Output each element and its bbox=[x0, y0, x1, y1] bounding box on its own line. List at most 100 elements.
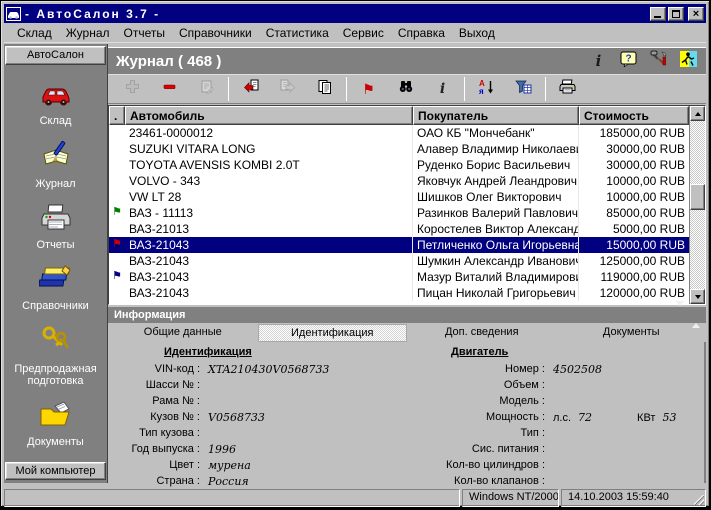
table-row[interactable]: ⚑ ВАЗ-21043 Петличенко Ольга Игорьевна 1… bbox=[109, 237, 689, 253]
tab-obshchie-dannye[interactable]: Общие данные bbox=[108, 324, 258, 342]
cell-car: ВАЗ-21043 bbox=[125, 269, 413, 285]
tab-dop-svedeniya[interactable]: Доп. сведения bbox=[407, 324, 557, 342]
column-header-price[interactable]: Стоимость bbox=[579, 106, 689, 125]
add-icon bbox=[125, 79, 140, 99]
menu-item-spravka[interactable]: Справка bbox=[391, 24, 452, 42]
sort-icon: Ая bbox=[479, 79, 495, 100]
settings-button[interactable] bbox=[649, 52, 668, 70]
cell-buyer: Алавер Владимир Николаевич bbox=[413, 141, 579, 157]
sidebar-group-moy-kompyuter[interactable]: Мой компьютер bbox=[5, 462, 106, 480]
scrollbar-thumb[interactable] bbox=[690, 184, 705, 210]
sidebar-item-dokumenty[interactable]: Документы bbox=[7, 400, 105, 448]
cell-price: 120000,00 RUB bbox=[579, 285, 689, 301]
table-row[interactable]: ⚑ ВАЗ - 11113 Разинков Валерий Павлович … bbox=[109, 205, 689, 221]
find-button[interactable] bbox=[387, 77, 424, 102]
sidebar-item-zhurnal[interactable]: Журнал bbox=[7, 140, 105, 190]
menu-item-spravochniki[interactable]: Справочники bbox=[172, 24, 259, 42]
delete-button[interactable] bbox=[151, 77, 188, 102]
menu-item-otchety[interactable]: Отчеты bbox=[117, 24, 172, 42]
window-title: - АвтоСалон 3.7 - bbox=[25, 7, 160, 21]
table-row[interactable]: 23461-0000012 ОАО КБ "Мончебанк" 185000,… bbox=[109, 125, 689, 141]
sidebar-item-label: Предпродажная подготовка bbox=[7, 363, 105, 387]
sidebar-group-avtosalon[interactable]: АвтоСалон bbox=[5, 46, 106, 65]
menu-item-vykhod[interactable]: Выход bbox=[452, 24, 502, 42]
field-value: л.с.72КВт53 bbox=[545, 410, 683, 426]
form-field: Тип кузова : bbox=[108, 426, 418, 442]
engine-header: Двигатель bbox=[423, 346, 708, 362]
scroll-up-button[interactable] bbox=[690, 106, 705, 121]
minimize-button[interactable] bbox=[650, 7, 666, 21]
record-info-button[interactable]: i bbox=[424, 77, 461, 102]
cell-buyer: Мазур Виталий Владимирович bbox=[413, 269, 579, 285]
column-header-buyer[interactable]: Покупатель bbox=[413, 106, 579, 125]
table-row[interactable]: ВАЗ-21043 Пицан Николай Григорьевич 1200… bbox=[109, 285, 689, 301]
copy-button[interactable] bbox=[306, 77, 343, 102]
cell-buyer: Яковчук Андрей Леандрович bbox=[413, 173, 579, 189]
sidebar-item-spravochniki[interactable]: Справочники bbox=[7, 264, 105, 312]
tools-icon bbox=[650, 50, 668, 72]
field-label: Год выпуска : bbox=[108, 442, 200, 458]
table-scrollbar[interactable] bbox=[689, 106, 705, 304]
info-panel-title: Информация bbox=[114, 309, 185, 321]
scroll-down-button[interactable] bbox=[690, 289, 705, 304]
menu-item-servis[interactable]: Сервис bbox=[336, 24, 391, 42]
table-row[interactable]: TOYOTA AVENSIS KOMBI 2.0T Руденко Борис … bbox=[109, 157, 689, 173]
cell-car: VOLVO - 343 bbox=[125, 173, 413, 189]
exit-button[interactable] bbox=[679, 52, 698, 70]
row-flag-icon bbox=[109, 157, 125, 173]
add-button[interactable] bbox=[114, 77, 151, 102]
tab-identifikatsiya[interactable]: Идентификация bbox=[258, 324, 408, 342]
column-header-car[interactable]: Автомобиль bbox=[125, 106, 413, 125]
toolbar-separator bbox=[545, 77, 546, 101]
edit-button[interactable] bbox=[188, 77, 225, 102]
print-button[interactable] bbox=[549, 77, 586, 102]
sidebar-item-sklad[interactable]: Склад bbox=[7, 81, 105, 127]
filter-button[interactable] bbox=[505, 77, 542, 102]
cell-car: ВАЗ-21043 bbox=[125, 237, 413, 253]
sidebar-item-otchety[interactable]: Отчеты bbox=[7, 203, 105, 251]
expand-panel-button[interactable] bbox=[692, 306, 700, 324]
field-value bbox=[545, 442, 553, 458]
info-button[interactable]: i bbox=[589, 52, 608, 70]
field-value: мурена bbox=[200, 458, 251, 474]
tab-dokumenty[interactable]: Документы bbox=[557, 324, 707, 342]
row-flag-icon bbox=[109, 253, 125, 269]
cell-car: ВАЗ-21013 bbox=[125, 221, 413, 237]
table-body: 23461-0000012 ОАО КБ "Мончебанк" 185000,… bbox=[109, 125, 689, 304]
cell-price: 185000,00 RUB bbox=[579, 125, 689, 141]
field-label: VIN-код : bbox=[108, 362, 200, 378]
maximize-button[interactable] bbox=[668, 7, 684, 21]
import-button[interactable] bbox=[232, 77, 269, 102]
table-row[interactable]: ВАЗ-21043 Шумкин Александр Иванович 1250… bbox=[109, 253, 689, 269]
menu-item-statistika[interactable]: Статистика bbox=[259, 24, 336, 42]
table-row[interactable]: ВАЗ-21013 Коростелев Виктор Александров … bbox=[109, 221, 689, 237]
table-row[interactable]: ⚑ ВАЗ-21043 Мазур Виталий Владимирович 1… bbox=[109, 269, 689, 285]
field-label: Модель : bbox=[423, 394, 545, 410]
resize-grip[interactable] bbox=[693, 494, 705, 506]
identification-header: Идентификация bbox=[108, 346, 418, 362]
table-row[interactable]: VOLVO - 343 Яковчук Андрей Леандрович 10… bbox=[109, 173, 689, 189]
close-icon: × bbox=[693, 8, 699, 20]
status-datetime: 14.10.2003 15:59:40 bbox=[568, 491, 669, 503]
svg-text:я: я bbox=[479, 87, 484, 95]
form-field: Рама № : bbox=[108, 394, 418, 410]
table-row[interactable]: SUZUKI VITARA LONG Алавер Владимир Никол… bbox=[109, 141, 689, 157]
help-icon: ? bbox=[620, 51, 637, 72]
collapse-panel-button[interactable] bbox=[676, 306, 684, 324]
table-row[interactable]: VW LT 28 Шишков Олег Викторович 10000,00… bbox=[109, 189, 689, 205]
help-button[interactable]: ? bbox=[619, 52, 638, 70]
info-tabs: Общие данные Идентификация Доп. сведения… bbox=[108, 324, 706, 342]
menu-item-sklad[interactable]: Склад bbox=[10, 24, 59, 42]
record-info-icon: i bbox=[440, 81, 445, 97]
flag-button[interactable]: ⚑ bbox=[350, 77, 387, 102]
cell-price: 30000,00 RUB bbox=[579, 141, 689, 157]
sort-button[interactable]: Ая bbox=[468, 77, 505, 102]
column-header-flag[interactable]: . bbox=[109, 106, 125, 125]
close-button[interactable]: × bbox=[688, 7, 704, 21]
cell-buyer: Разинков Валерий Павлович bbox=[413, 205, 579, 221]
sidebar-item-predprodazhnaya[interactable]: Предпродажная подготовка bbox=[7, 325, 105, 387]
sidebar-item-label: Документы bbox=[7, 436, 105, 448]
export-button[interactable] bbox=[269, 77, 306, 102]
menu-item-zhurnal[interactable]: Журнал bbox=[59, 24, 117, 42]
app-icon bbox=[6, 7, 21, 21]
